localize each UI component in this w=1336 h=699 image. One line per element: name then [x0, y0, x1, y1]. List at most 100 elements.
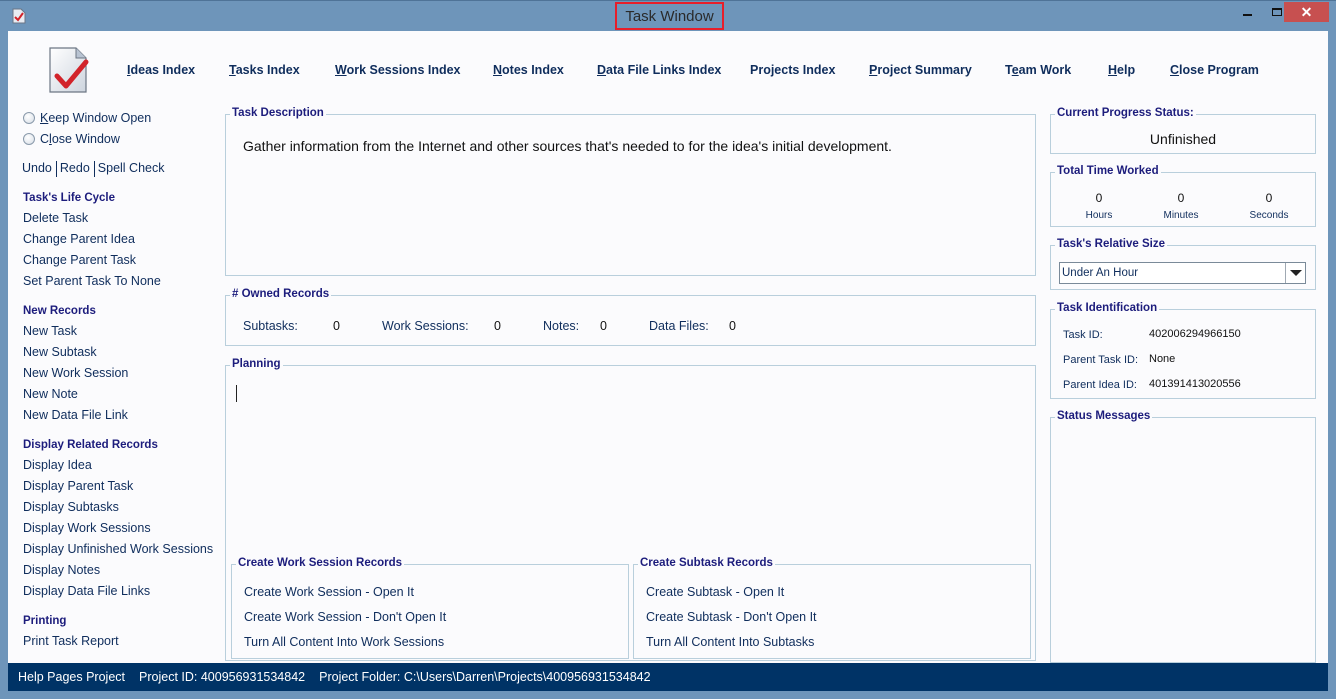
section-heading-printing: Printing — [23, 615, 67, 627]
owned-records-group: # Owned Records Subtasks: 0 Work Session… — [225, 288, 1036, 346]
turn-content-into-subtasks-link[interactable]: Turn All Content Into Subtasks — [646, 635, 814, 649]
print-task-report-link[interactable]: Print Task Report — [23, 634, 119, 648]
turn-content-into-work-sessions-link[interactable]: Turn All Content Into Work Sessions — [244, 635, 444, 649]
undo-button[interactable]: Undo — [22, 161, 55, 177]
display-subtasks-link[interactable]: Display Subtasks — [23, 500, 119, 514]
nav-tasks-index[interactable]: Tasks Index — [229, 63, 300, 77]
time-worked-group: Total Time Worked 0 Hours 0 Minutes 0 Se… — [1050, 165, 1316, 227]
display-data-file-links-link[interactable]: Display Data File Links — [23, 584, 150, 598]
divider — [93, 161, 95, 177]
subtasks-count: 0 — [333, 319, 340, 333]
task-description-title: Task Description — [230, 107, 326, 119]
seconds-value: 0 — [1265, 191, 1273, 205]
task-description-text[interactable]: Gather information from the Internet and… — [243, 138, 892, 154]
create-work-session-title: Create Work Session Records — [236, 557, 405, 569]
spell-check-button[interactable]: Spell Check — [98, 161, 168, 177]
hours-field: 0 Hours — [1059, 191, 1139, 221]
owned-records-title: # Owned Records — [230, 288, 332, 300]
change-parent-idea-link[interactable]: Change Parent Idea — [23, 232, 135, 246]
close-window-button[interactable]: ✕ — [1284, 2, 1329, 22]
nav-projects-index[interactable]: Projects Index — [750, 63, 835, 77]
data-files-label: Data Files: — [649, 319, 709, 333]
keep-window-open-label: Keep Window Open — [40, 111, 152, 125]
progress-status-value: Unfinished — [1149, 131, 1217, 147]
progress-status-title: Current Progress Status: — [1055, 107, 1196, 119]
minimize-button[interactable] — [1232, 2, 1262, 22]
nav-work-sessions-index[interactable]: Work Sessions Index — [335, 63, 461, 77]
display-notes-link[interactable]: Display Notes — [23, 563, 100, 577]
minutes-field: 0 Minutes — [1141, 191, 1221, 221]
create-subtask-open-link[interactable]: Create Subtask - Open It — [646, 585, 784, 599]
nav-data-file-links-index[interactable]: Data File Links Index — [597, 63, 721, 77]
dropdown-arrow-icon[interactable] — [1285, 263, 1305, 283]
nav-project-summary[interactable]: Project Summary — [869, 63, 972, 77]
redo-button[interactable]: Redo — [60, 161, 93, 177]
set-parent-task-none-link[interactable]: Set Parent Task To None — [23, 274, 161, 288]
keep-window-open-radio[interactable]: Keep Window Open — [23, 111, 151, 125]
new-note-link[interactable]: New Note — [23, 387, 78, 401]
parent-idea-id-label: Parent Idea ID: — [1063, 379, 1137, 391]
create-work-session-group: Create Work Session Records Create Work … — [231, 557, 629, 659]
radio-button-icon — [23, 112, 35, 124]
section-heading-life-cycle: Task's Life Cycle — [23, 192, 116, 204]
task-id-label: Task ID: — [1063, 329, 1103, 341]
close-icon: ✕ — [1300, 3, 1313, 20]
nav-notes-index[interactable]: Notes Index — [493, 63, 564, 77]
new-work-session-link[interactable]: New Work Session — [23, 366, 128, 380]
text-cursor — [236, 385, 237, 402]
work-sessions-count: 0 — [494, 319, 501, 333]
task-identification-title: Task Identification — [1055, 302, 1160, 314]
display-work-sessions-link[interactable]: Display Work Sessions — [23, 521, 151, 535]
create-subtask-dont-open-link[interactable]: Create Subtask - Don't Open It — [646, 610, 817, 624]
new-subtask-link[interactable]: New Subtask — [23, 345, 97, 359]
status-messages-group: Status Messages — [1050, 410, 1316, 663]
relative-size-group: Task's Relative Size Under An Hour — [1050, 238, 1316, 290]
planning-title: Planning — [230, 358, 283, 370]
change-parent-task-link[interactable]: Change Parent Task — [23, 253, 136, 267]
relative-size-select[interactable]: Under An Hour — [1059, 262, 1306, 284]
task-id-value: 402006294966150 — [1149, 328, 1241, 340]
maximize-icon — [1272, 8, 1282, 16]
planning-group: Planning Create Work Session Records Cre… — [225, 358, 1036, 661]
new-task-link[interactable]: New Task — [23, 324, 77, 338]
subtasks-label: Subtasks: — [243, 319, 298, 333]
planning-text-area[interactable] — [228, 376, 1033, 556]
close-window-label: Close Window — [40, 132, 120, 146]
nav-close-program[interactable]: Close Program — [1170, 63, 1259, 77]
task-document-check-icon — [49, 47, 89, 93]
seconds-field: 0 Seconds — [1229, 191, 1309, 221]
close-window-radio[interactable]: Close Window — [23, 132, 120, 146]
edit-actions: Undo Redo Spell Check — [22, 161, 167, 177]
progress-status-group: Current Progress Status: Unfinished — [1050, 107, 1316, 154]
relative-size-selected: Under An Hour — [1062, 267, 1139, 279]
status-messages-title: Status Messages — [1055, 410, 1153, 422]
status-messages-area — [1055, 430, 1311, 658]
radio-button-icon — [23, 133, 35, 145]
project-folder: Project Folder: C:\Users\Darren\Projects… — [319, 670, 651, 684]
notes-label: Notes: — [543, 319, 580, 333]
nav-help[interactable]: Help — [1108, 63, 1135, 77]
create-subtask-title: Create Subtask Records — [638, 557, 775, 569]
display-parent-task-link[interactable]: Display Parent Task — [23, 479, 133, 493]
hours-value: 0 — [1095, 191, 1103, 205]
nav-team-work[interactable]: Team Work — [1005, 63, 1071, 77]
parent-task-id-label: Parent Task ID: — [1063, 354, 1138, 366]
section-heading-display-related: Display Related Records — [23, 439, 158, 451]
create-work-session-open-link[interactable]: Create Work Session - Open It — [244, 585, 414, 599]
project-id: Project ID: 400956931534842 — [139, 670, 306, 684]
project-name: Help Pages Project — [18, 670, 126, 684]
task-identification-group: Task Identification Task ID: 40200629496… — [1050, 302, 1316, 399]
create-work-session-dont-open-link[interactable]: Create Work Session - Don't Open It — [244, 610, 446, 624]
seconds-label: Seconds — [1249, 210, 1289, 221]
display-idea-link[interactable]: Display Idea — [23, 458, 92, 472]
delete-task-link[interactable]: Delete Task — [23, 211, 88, 225]
minutes-label: Minutes — [1163, 210, 1199, 221]
nav-ideas-index[interactable]: Ideas Index — [127, 63, 195, 77]
hours-label: Hours — [1085, 210, 1113, 221]
window-client-area: Ideas Index Tasks Index Work Sessions In… — [8, 31, 1328, 663]
display-unfinished-work-sessions-link[interactable]: Display Unfinished Work Sessions — [23, 542, 213, 556]
status-bar: Help Pages Project Project ID: 400956931… — [8, 663, 1328, 691]
title-bar: Task Window ✕ — [0, 0, 1336, 31]
time-worked-title: Total Time Worked — [1055, 165, 1161, 177]
new-data-file-link[interactable]: New Data File Link — [23, 408, 128, 422]
